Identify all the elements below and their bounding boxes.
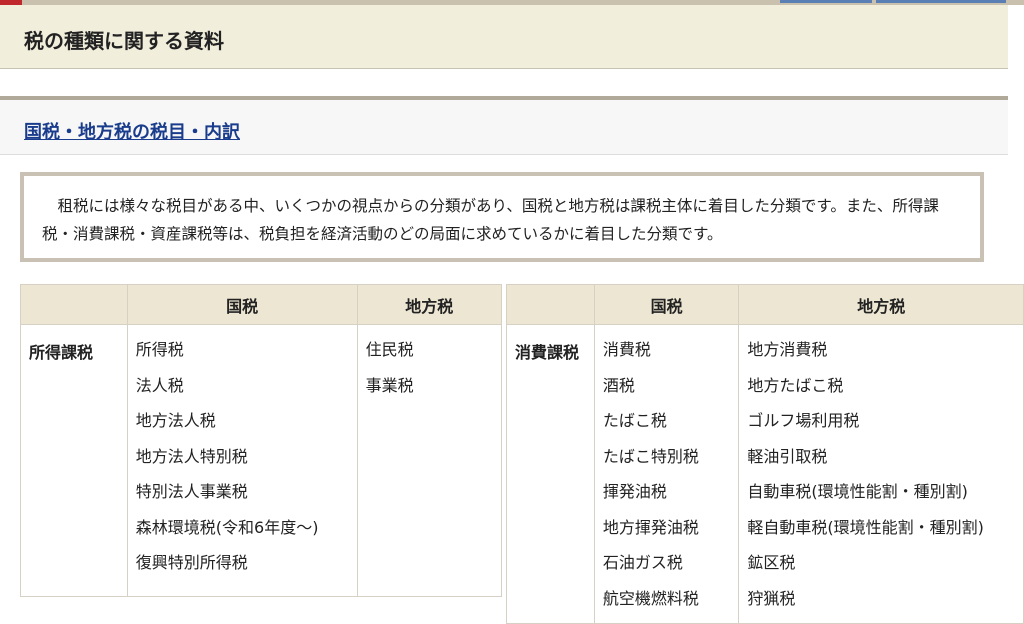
table-header-cell: 地方税: [738, 284, 1024, 325]
national-tax-cell: 所得税法人税地方法人税地方法人特別税 特別法人事業税森林環境税(令和6年度～) 復興…: [126, 324, 358, 597]
row-category: 所得課税: [20, 324, 128, 597]
row-category: 消費課税: [506, 324, 595, 624]
tax-item: 軽自動車税(環境性能割・種別割): [747, 517, 984, 537]
table-header-row: 国税 地方税: [20, 284, 503, 325]
national-tax-cell: 消費税酒税たばこ税たばこ特別税 揮発油税地方揮発油税 石油ガス税航空機燃料税: [593, 324, 740, 624]
tax-item: 復興特別所得税: [135, 553, 248, 572]
description-text: 租税には様々な税目がある中、いくつかの視点からの分類があり、国税と地方税は課税主…: [42, 197, 939, 243]
table-row: 消費課税 消費税酒税たばこ税たばこ特別税 揮発油税地方揮発油税 石油ガス税航空機燃料…: [506, 324, 1024, 624]
tax-item: 法人税: [135, 375, 184, 395]
tax-item: 地方消費税: [747, 340, 828, 359]
tax-list: 消費税酒税たばこ税たばこ特別税 揮発油税地方揮発油税 石油ガス税航空機燃料税: [603, 339, 731, 623]
description-box: 租税には様々な税目がある中、いくつかの視点からの分類があり、国税と地方税は課税主…: [20, 172, 984, 262]
tax-item: 地方法人税: [135, 411, 216, 430]
table-header-cell: 地方税: [356, 284, 503, 325]
tax-item: 酒税: [602, 375, 635, 395]
table-header-cell: [506, 284, 595, 325]
tax-item: 鉱区税: [747, 553, 796, 572]
tax-item: たばこ税: [602, 411, 667, 430]
tax-item: 揮発油税: [602, 482, 667, 501]
table-row: 所得課税 所得税法人税地方法人税地方法人特別税 特別法人事業税森林環境税(令和6年…: [20, 324, 503, 597]
table-header-cell: [20, 284, 128, 325]
tax-list: 住民税 事業税: [366, 339, 493, 410]
table-header-cell: 国税: [593, 284, 740, 325]
tax-item: たばこ特別税: [602, 446, 699, 466]
tax-table-consumption: 国税 地方税 消費課税 消費税酒税たばこ税たばこ特別税 揮発油税地方揮発油税 石油ガ…: [506, 284, 1024, 624]
top-nav-tab-indicator[interactable]: [876, 0, 1006, 3]
tax-item: ゴルフ場利用税: [747, 411, 860, 430]
tax-list: 所得税法人税地方法人税地方法人特別税 特別法人事業税森林環境税(令和6年度～) 復興…: [136, 339, 349, 588]
local-tax-cell: 住民税 事業税: [356, 324, 503, 597]
tax-item: 消費税: [602, 340, 651, 359]
top-nav-tab-indicator[interactable]: [780, 0, 872, 3]
tax-list: 地方消費税地方たばこ税 ゴルフ場利用税 軽油引取税自動車税(環境性能割・種別割) 軽自…: [747, 339, 1015, 623]
tax-item: 地方たばこ税: [747, 375, 844, 395]
tax-table-income: 国税 地方税 所得課税 所得税法人税地方法人税地方法人特別税 特別法人事業税森林環…: [20, 284, 503, 597]
tax-item: 森林環境税(令和6年度～): [135, 517, 319, 537]
section-header: 国税・地方税の税目・内訳: [0, 96, 1008, 155]
tax-item: 狩猟税: [747, 588, 796, 608]
page-header: 税の種類に関する資料: [0, 5, 1008, 69]
page-title: 税の種類に関する資料: [24, 29, 224, 53]
section-link-tax-breakdown[interactable]: 国税・地方税の税目・内訳: [24, 118, 240, 144]
tax-item: 所得税: [135, 340, 184, 359]
tax-item: 住民税: [365, 340, 414, 359]
tax-item: 特別法人事業税: [135, 482, 248, 501]
tax-item: 軽油引取税: [747, 446, 828, 466]
table-header-cell: 国税: [126, 284, 358, 325]
local-tax-cell: 地方消費税地方たばこ税 ゴルフ場利用税 軽油引取税自動車税(環境性能割・種別割) 軽自…: [738, 324, 1024, 624]
tax-item: 事業税: [365, 375, 414, 395]
tax-item: 地方揮発油税: [602, 517, 699, 537]
tax-item: 航空機燃料税: [602, 588, 699, 608]
tax-item: 石油ガス税: [602, 553, 683, 572]
tax-item: 地方法人特別税: [135, 446, 248, 466]
table-header-row: 国税 地方税: [506, 284, 1024, 325]
tax-item: 自動車税(環境性能割・種別割): [747, 482, 968, 501]
